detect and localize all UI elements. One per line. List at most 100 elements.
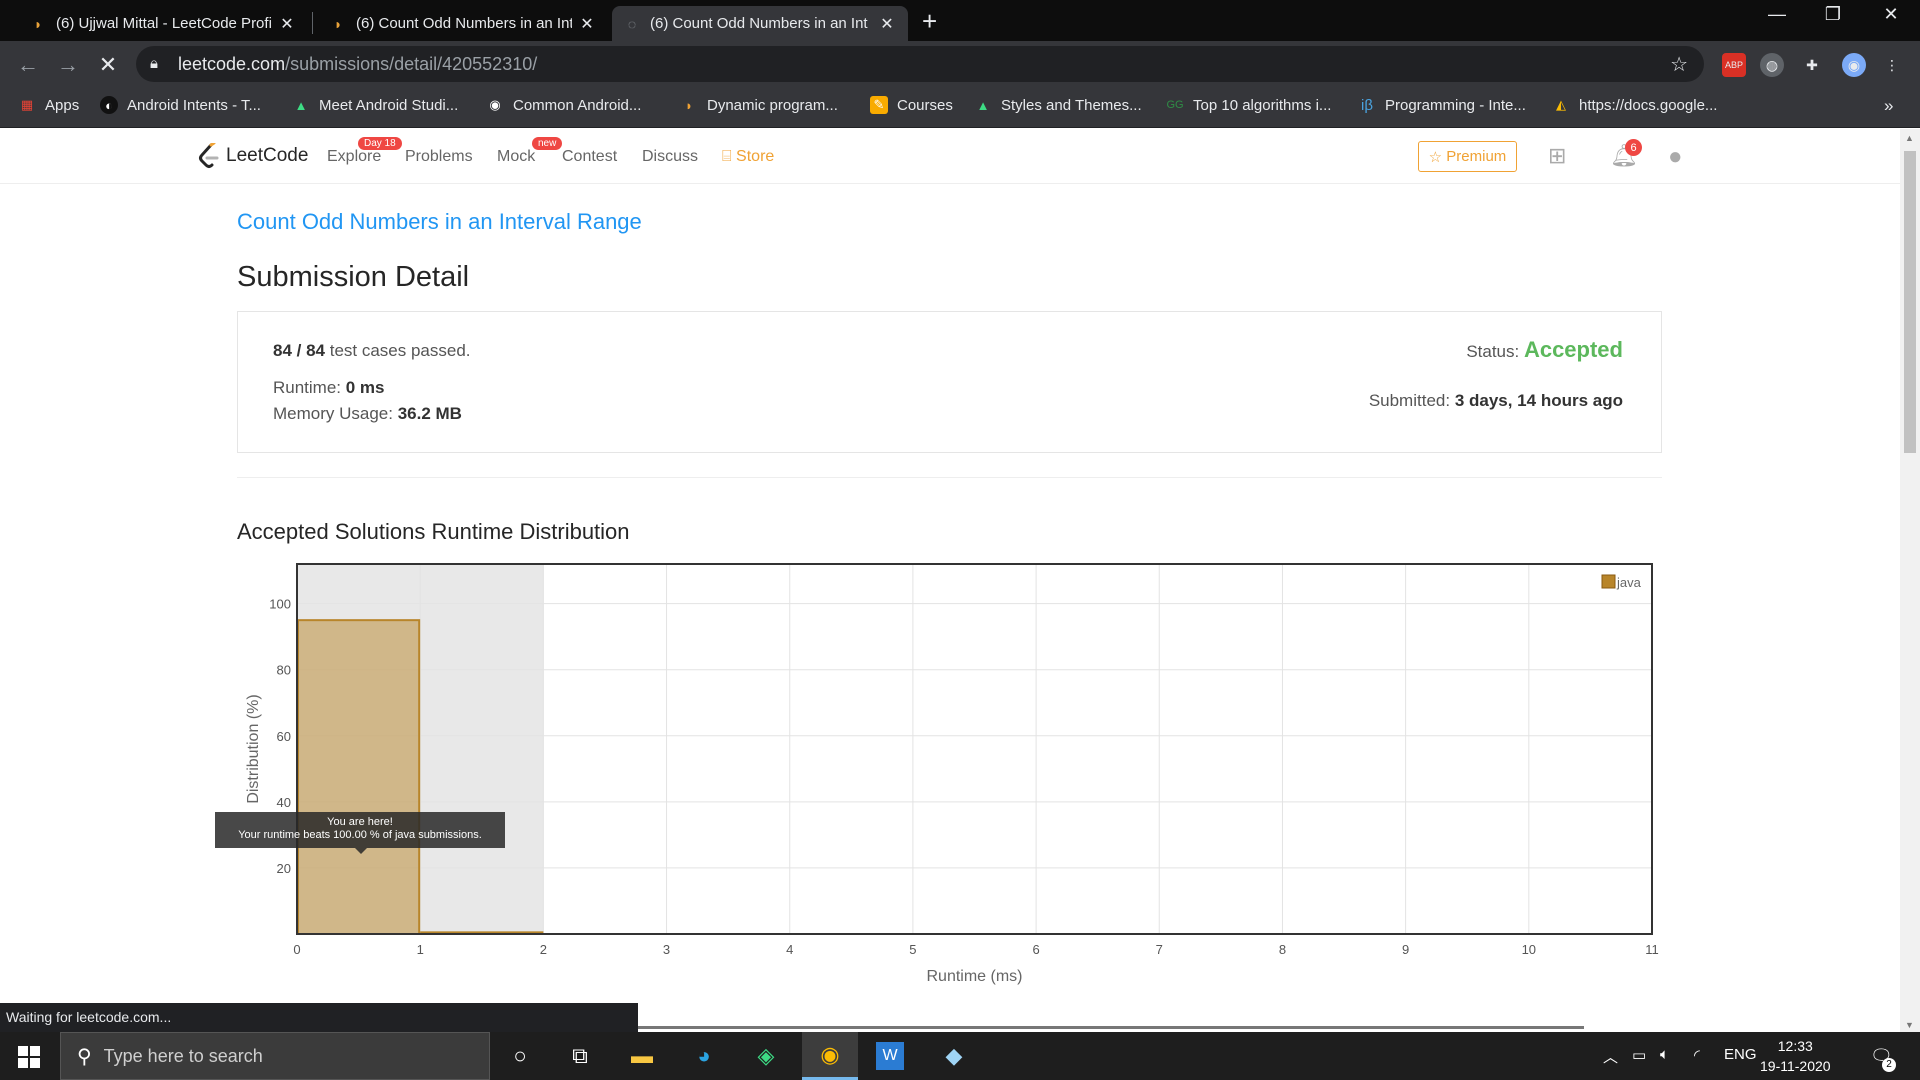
address-bar[interactable]: 🔒︎ leetcode.com/submissions/detail/42055… xyxy=(136,46,1704,82)
volume-icon[interactable]: 🔈︎ xyxy=(1660,1046,1669,1063)
playground-icon[interactable]: ⊞ xyxy=(1548,143,1566,169)
close-tab-icon[interactable]: ✕ xyxy=(278,14,296,34)
notes-app-icon[interactable]: ◆ xyxy=(938,1040,970,1072)
close-window-icon[interactable]: ✕ xyxy=(1868,4,1914,25)
url-text[interactable]: leetcode.com/submissions/detail/42055231… xyxy=(178,54,537,75)
page-scrollbar[interactable]: ▲ ▼ xyxy=(1900,129,1920,1032)
bookmark-star-icon[interactable]: ☆ xyxy=(1670,52,1688,77)
task-view-icon[interactable]: ⧉ xyxy=(564,1040,596,1072)
status-row: Status: Accepted xyxy=(1466,337,1623,362)
x-tick-label: 3 xyxy=(663,942,670,957)
y-axis-label: Distribution (%) xyxy=(245,694,262,803)
close-tab-icon[interactable]: ✕ xyxy=(878,14,896,34)
x-tick-label: 2 xyxy=(540,942,547,957)
android-icon: ▲ xyxy=(294,97,308,113)
restore-icon[interactable]: ❐ xyxy=(1810,4,1856,25)
star-icon: ☆ xyxy=(1428,148,1447,166)
bookmark-google-docs[interactable]: ◭ https://docs.google... xyxy=(1552,96,1717,114)
leetcode-logo-text: LeetCode xyxy=(226,145,309,166)
tab-problem[interactable]: ◗ (6) Count Odd Numbers in an Int ✕ xyxy=(318,6,608,41)
tab-submission-active[interactable]: ◌ (6) Count Odd Numbers in an Int ✕ xyxy=(612,6,908,41)
scroll-up-icon[interactable]: ▲ xyxy=(1905,133,1914,143)
horizontal-scrollbar[interactable] xyxy=(638,1026,1584,1029)
premium-button[interactable]: ☆ Premium xyxy=(1418,141,1517,172)
x-tick-label: 11 xyxy=(1645,942,1659,957)
nav-store[interactable]: ⌸ Store xyxy=(722,148,774,166)
profile-avatar-icon[interactable]: ◉ xyxy=(1842,53,1866,77)
windows-start-icon[interactable] xyxy=(18,1046,40,1068)
drive-icon: ◭ xyxy=(1556,97,1566,112)
loading-favicon-icon: ◌ xyxy=(627,15,637,32)
interviewbit-icon: iβ xyxy=(1361,96,1373,114)
extensions-puzzle-icon[interactable]: ✚ xyxy=(1800,53,1824,77)
scrollbar-thumb[interactable] xyxy=(1904,151,1916,453)
nav-discuss[interactable]: Discuss xyxy=(642,148,698,166)
bookmarks-bar: ▦ Apps ◐ Android Intents - T... ▲ Meet A… xyxy=(0,88,1920,128)
menu-kebab-icon[interactable]: ⋮ xyxy=(1880,53,1904,77)
wifi-icon[interactable]: ◜ xyxy=(1694,1046,1700,1064)
problem-title-link[interactable]: Count Odd Numbers in an Interval Range xyxy=(237,209,642,235)
leetcode-logo[interactable]: LeetCode xyxy=(198,143,308,169)
x-tick-label: 1 xyxy=(417,942,424,957)
submitted-row: Submitted: 3 days, 14 hours ago xyxy=(1368,391,1623,410)
gfg-icon: GG xyxy=(1166,99,1184,111)
nav-mock[interactable]: Mock xyxy=(497,148,535,166)
leetcode-logo-icon xyxy=(199,143,219,168)
leetcode-favicon-icon: ◗ xyxy=(33,15,43,32)
language-indicator[interactable]: ENG xyxy=(1724,1046,1757,1063)
system-clock[interactable]: 12:33 19-11-2020 xyxy=(1760,1036,1831,1076)
minimize-icon[interactable]: — xyxy=(1754,4,1800,25)
bookmark-courses[interactable]: ✎ Courses xyxy=(870,96,953,114)
bookmark-android-intents[interactable]: ◐ Android Intents - T... xyxy=(100,96,261,114)
user-avatar-icon[interactable]: ● xyxy=(1668,143,1683,171)
bookmark-programming-interviewbit[interactable]: iβ Programming - Inte... xyxy=(1358,96,1526,114)
tray-overflow-icon[interactable]: ︿ xyxy=(1603,1046,1618,1067)
scroll-down-icon[interactable]: ▼ xyxy=(1905,1020,1914,1030)
word-icon[interactable]: W xyxy=(876,1042,904,1070)
store-icon: ⌸ xyxy=(722,148,737,165)
nav-contest[interactable]: Contest xyxy=(562,148,617,166)
runtime-distribution-chart: 0 1 2 3 4 5 6 7 8 9 10 11 20 40 60 80 100 java Runtime (ms… xyxy=(245,563,1659,985)
edge-browser-icon[interactable]: ◕ xyxy=(688,1040,720,1072)
globe-extension-icon[interactable]: ◍ xyxy=(1760,53,1784,77)
bookmark-apps[interactable]: ▦ Apps xyxy=(18,96,79,114)
close-tab-icon[interactable]: ✕ xyxy=(578,14,596,34)
new-tab-button[interactable]: + xyxy=(922,6,937,37)
y-tick-label: 20 xyxy=(277,861,291,876)
x-tick-label: 6 xyxy=(1032,942,1039,957)
windows-taskbar: ⚲ Type here to search ○ ⧉ ▬ ◕ ◈ ◉ W ◆ ︿ … xyxy=(0,1032,1920,1080)
stop-loading-icon[interactable]: ✕ xyxy=(94,51,122,79)
adblock-extension-icon[interactable]: ABP xyxy=(1722,53,1746,77)
leetcode-favicon-icon: ◗ xyxy=(333,15,343,32)
battery-icon[interactable]: ▭ xyxy=(1632,1046,1646,1064)
x-tick-label: 8 xyxy=(1279,942,1286,957)
bookmarks-overflow-button[interactable]: » xyxy=(1884,96,1893,116)
cortana-icon[interactable]: ○ xyxy=(504,1040,536,1072)
x-tick-label: 9 xyxy=(1402,942,1409,957)
mock-new-badge: new xyxy=(532,137,563,150)
bookmark-top-algorithms[interactable]: GG Top 10 algorithms i... xyxy=(1166,96,1331,114)
back-icon[interactable]: ← xyxy=(14,51,42,79)
explore-day-badge: Day 18 xyxy=(358,137,402,150)
status-badge[interactable]: Accepted xyxy=(1524,337,1623,362)
histogram-bar xyxy=(297,619,421,936)
bookmark-android-studio[interactable]: ▲ Meet Android Studi... xyxy=(292,96,459,114)
tab-profile[interactable]: ◗ (6) Ujjwal Mittal - LeetCode Profi ✕ xyxy=(18,6,308,41)
tab-title: (6) Ujjwal Mittal - LeetCode Profi xyxy=(56,15,272,32)
tab-title: (6) Count Odd Numbers in an Int xyxy=(356,15,572,32)
nav-explore[interactable]: Explore xyxy=(327,148,381,166)
bookmark-dynamic-programming[interactable]: ◗ Dynamic program... xyxy=(680,96,838,114)
taskbar-search-box[interactable]: ⚲ Type here to search xyxy=(60,1032,490,1080)
notification-count-badge: 6 xyxy=(1625,139,1642,156)
legend-swatch xyxy=(1601,574,1616,589)
bookmark-styles-themes[interactable]: ▲ Styles and Themes... xyxy=(974,96,1142,114)
runtime-tooltip: You are here! Your runtime beats 100.00 … xyxy=(215,812,505,854)
forward-icon[interactable]: → xyxy=(54,51,82,79)
section-divider xyxy=(237,477,1662,478)
x-axis-label: Runtime (ms) xyxy=(926,968,1022,985)
bookmark-common-android[interactable]: ◉ Common Android... xyxy=(486,96,641,114)
nav-problems[interactable]: Problems xyxy=(405,148,473,166)
chrome-taskbar-icon[interactable]: ◉ xyxy=(802,1032,858,1080)
android-studio-icon[interactable]: ◈ xyxy=(750,1040,782,1072)
file-explorer-icon[interactable]: ▬ xyxy=(626,1040,658,1072)
